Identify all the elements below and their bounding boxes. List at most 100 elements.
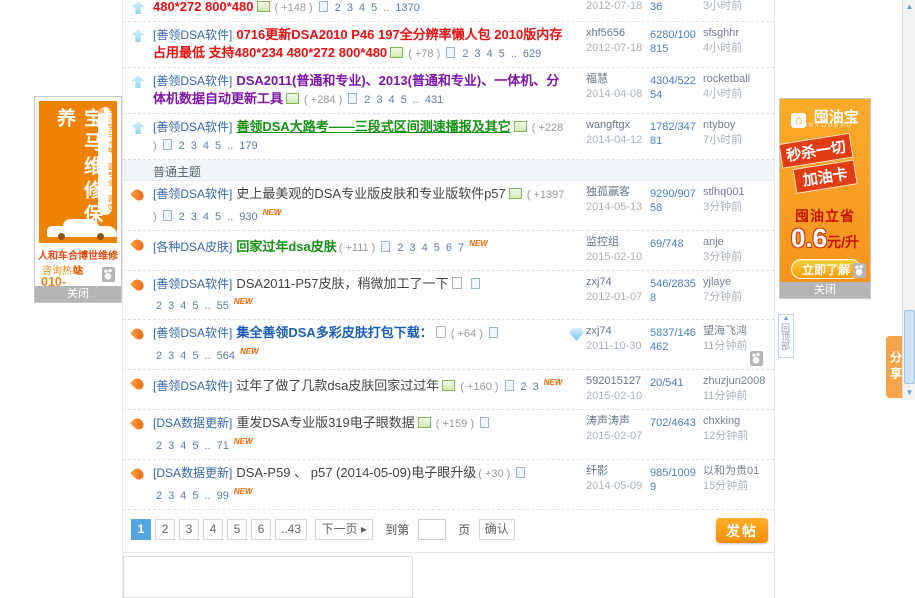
lastpost-user-link[interactable]: rocketball	[703, 72, 772, 86]
thread-page-link[interactable]: 4	[487, 48, 493, 60]
lastpost-time-link[interactable]: 3分钟前	[703, 249, 772, 266]
thread-page-link[interactable]: 2	[179, 211, 185, 223]
thread-author-link[interactable]: 涛声涛声	[586, 414, 650, 428]
thread-page-link[interactable]: ..	[205, 490, 211, 502]
thread-page-link[interactable]: 5	[192, 490, 198, 502]
thread-page-link[interactable]: 3	[168, 490, 174, 502]
thread-author-link[interactable]: 福慧	[586, 72, 650, 86]
thread-page-link[interactable]: ..	[205, 300, 211, 312]
thread-author-link[interactable]: zxj74	[586, 275, 650, 289]
lastpost-time-link[interactable]: 4小时前	[703, 40, 772, 57]
goto-page-input[interactable]	[418, 519, 446, 540]
thread-page-link[interactable]: 179	[239, 140, 257, 152]
thread-page-link[interactable]: 7	[458, 242, 464, 254]
thread-category-tag[interactable]: [善领DSA软件]	[153, 28, 232, 42]
lastpost-time-link[interactable]: 11分钟前	[703, 388, 772, 405]
thread-page-link[interactable]: 930	[239, 211, 257, 223]
thread-page-link[interactable]: 4	[388, 94, 394, 106]
thread-title-link[interactable]: 集全善领DSA多彩皮肤打包下载：	[236, 325, 432, 340]
thread-page-link[interactable]: 3	[409, 242, 415, 254]
page-number-button[interactable]: 2	[155, 519, 175, 540]
page-number-button[interactable]: 3	[179, 519, 199, 540]
thread-page-link[interactable]: 4	[180, 440, 186, 452]
thread-page-link[interactable]: 3	[191, 140, 197, 152]
lastpost-time-link[interactable]: 3小时前	[703, 0, 772, 15]
thread-page-link[interactable]: 4	[203, 211, 209, 223]
thread-page-link[interactable]: 2	[156, 490, 162, 502]
lastpost-time-link[interactable]: 3分钟前	[703, 199, 772, 216]
thread-page-link[interactable]: 5	[192, 440, 198, 452]
thread-page-link[interactable]: 2	[156, 300, 162, 312]
lastpost-time-link[interactable]: 7小时前	[703, 132, 772, 149]
thread-page-link[interactable]: 3	[347, 2, 353, 14]
lastpost-user-link[interactable]: 望海飞鸿	[703, 324, 772, 338]
thread-category-tag[interactable]: [各种DSA皮肤]	[153, 240, 232, 254]
thread-title-link[interactable]: 善领DSA大路考——三段式区间测速播报及其它	[236, 119, 510, 134]
lastpost-user-link[interactable]: chxking	[703, 414, 772, 428]
thread-page-link[interactable]: 2	[335, 2, 341, 14]
thread-page-link[interactable]: 2	[364, 94, 370, 106]
thread-title-link[interactable]: 过年了做了几款dsa皮肤回家过过年	[236, 378, 439, 393]
left-ad-close-button[interactable]: 关闭	[35, 286, 121, 302]
thread-page-link[interactable]: ..	[413, 94, 419, 106]
lastpost-user-link[interactable]: 以和为贵01	[703, 464, 772, 478]
thread-author-link[interactable]: wangftgx	[586, 118, 650, 132]
lastpost-user-link[interactable]: zhuzjun2008	[703, 374, 772, 388]
thread-page-link[interactable]: 3	[168, 350, 174, 362]
thread-page-link[interactable]: 2	[397, 242, 403, 254]
right-ad-paw-icon[interactable]	[853, 263, 866, 278]
thread-page-link[interactable]: 5	[499, 48, 505, 60]
thread-page-link[interactable]: 99	[217, 490, 229, 502]
thread-page-link[interactable]: 71	[217, 440, 229, 452]
thread-category-tag[interactable]: [善领DSA软件]	[153, 74, 232, 88]
thread-author-link[interactable]: 592015127	[586, 374, 650, 388]
thread-page-link[interactable]: 2	[521, 381, 527, 393]
left-ad-paw-icon[interactable]	[102, 267, 115, 282]
thread-page-link[interactable]: 3	[533, 381, 539, 393]
quick-post-box[interactable]	[123, 556, 413, 598]
thread-page-link[interactable]: ..	[383, 2, 389, 14]
lastpost-time-link[interactable]: 4小时前	[703, 86, 772, 103]
thread-page-link[interactable]: ..	[511, 48, 517, 60]
thread-title-link[interactable]: 重发DSA专业版319电子眼数据	[236, 415, 414, 430]
scrollbar-up-arrow-icon[interactable]: ▲	[903, 0, 915, 14]
thread-category-tag[interactable]: [DSA数据更新]	[153, 466, 232, 480]
thread-page-link[interactable]: 6	[446, 242, 452, 254]
lastpost-user-link[interactable]: sfsghhr	[703, 26, 772, 40]
page-scrollbar[interactable]: ▲ ▼	[902, 0, 915, 400]
thread-category-tag[interactable]: [善领DSA软件]	[153, 187, 232, 201]
new-post-button[interactable]: 发帖	[716, 518, 768, 543]
page-number-button[interactable]: 6	[251, 519, 271, 540]
lastpost-time-link[interactable]: 12分钟前	[703, 428, 772, 445]
thread-author-link[interactable]: 独孤赢客	[586, 185, 650, 199]
thread-page-link[interactable]: 5	[401, 94, 407, 106]
thread-page-link[interactable]: 629	[523, 48, 541, 60]
thread-page-link[interactable]: 55	[217, 300, 229, 312]
thread-page-link[interactable]: 5	[434, 242, 440, 254]
thread-page-link[interactable]: 4	[422, 242, 428, 254]
thread-page-link[interactable]: 1370	[395, 2, 419, 14]
lastpost-user-link[interactable]: stlhq001	[703, 185, 772, 199]
right-ad-cta-button[interactable]: 立即了解	[791, 259, 861, 279]
page-number-button[interactable]: 5	[227, 519, 247, 540]
right-ad-tunyoubao[interactable]: ⌂ 囤油宝 TUNYOUBAO 秒杀一切 加油卡 囤油立省 0.6元/升 立即了…	[779, 98, 871, 299]
thread-author-link[interactable]: 纤影	[586, 464, 650, 478]
thread-title-link[interactable]: 史上最美观的DSA专业版皮肤和专业版软件p57	[236, 186, 505, 201]
thread-page-link[interactable]: 2	[156, 440, 162, 452]
lastpost-user-link[interactable]: ntyboy	[703, 118, 772, 132]
thread-page-link[interactable]: ..	[227, 140, 233, 152]
thread-page-link[interactable]: 5	[192, 350, 198, 362]
thread-page-link[interactable]: 431	[425, 94, 443, 106]
thread-category-tag[interactable]: [善领DSA软件]	[153, 379, 232, 393]
thread-page-link[interactable]: 5	[215, 140, 221, 152]
thread-page-link[interactable]: 4	[180, 350, 186, 362]
thread-page-link[interactable]: 3	[168, 440, 174, 452]
thread-author-link[interactable]: xhf5656	[586, 26, 650, 40]
thread-category-tag[interactable]: [善领DSA软件]	[153, 120, 232, 134]
thread-page-link[interactable]: 2	[462, 48, 468, 60]
lastpost-time-link[interactable]: 15分钟前	[703, 478, 772, 495]
thread-page-link[interactable]: 2	[156, 350, 162, 362]
thread-page-link[interactable]: 3	[474, 48, 480, 60]
lastpost-time-link[interactable]: 7分钟前	[703, 289, 772, 306]
thread-page-link[interactable]: 4	[180, 490, 186, 502]
